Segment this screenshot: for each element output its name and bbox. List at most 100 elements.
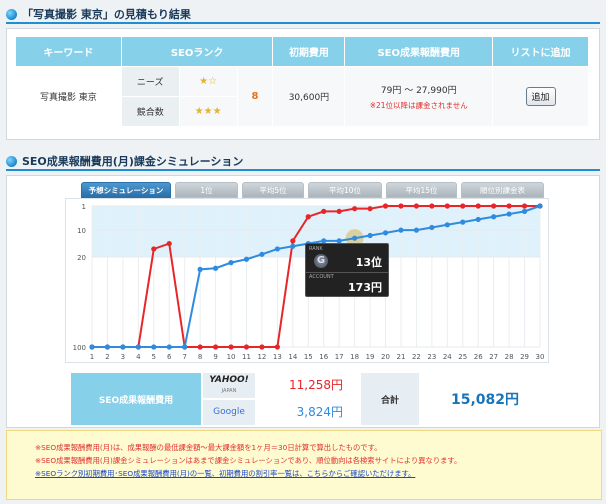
yahoo-amount: 11,258円 <box>257 373 357 398</box>
y-tick-label: 20 <box>77 254 86 262</box>
tab-rank-table[interactable]: 順位別課金表 <box>461 182 544 198</box>
data-point <box>321 208 327 214</box>
data-point <box>367 232 373 239</box>
data-point <box>274 246 280 252</box>
x-tick-label: 4 <box>136 353 141 361</box>
x-tick-label: 20 <box>381 353 390 361</box>
data-point <box>352 235 358 241</box>
data-point <box>506 203 512 209</box>
keyword-cell: 写真撮影 東京 <box>15 66 122 127</box>
yahoo-logo: YAHOO! JAPAN <box>203 373 255 398</box>
x-tick-label: 21 <box>397 353 406 361</box>
data-point <box>228 344 234 350</box>
section-estimate-title: 「写真撮影 東京」の見積もり結果 <box>6 6 191 22</box>
x-tick-label: 12 <box>257 353 266 361</box>
x-tick-label: 1 <box>90 353 94 361</box>
data-point <box>537 203 543 209</box>
total-amount: 15,082円 <box>421 373 549 425</box>
x-tick-label: 29 <box>520 353 529 361</box>
data-point <box>429 203 435 209</box>
data-point <box>444 222 450 228</box>
tab-avg-5[interactable]: 平均5位 <box>242 182 304 198</box>
data-point <box>151 246 157 252</box>
note-2: ※SEO成果報酬費用(月)課金シミュレーションはあまで課金シミュレーションであり… <box>35 456 462 465</box>
note-3-link[interactable]: ※SEOランク別初期費用･SEO成果報酬費用(月)の一覧、初期費用の割引率一覧は… <box>35 467 601 480</box>
data-point <box>135 344 141 350</box>
data-point <box>290 238 296 244</box>
bullet-icon <box>6 8 17 20</box>
data-point <box>413 227 420 233</box>
data-point <box>212 265 219 271</box>
x-tick-label: 13 <box>273 353 282 361</box>
data-point <box>151 344 157 350</box>
col-initial-cost: 初期費用 <box>272 36 346 67</box>
needs-stars-icon: ★☆ <box>199 76 218 87</box>
data-point <box>290 243 296 249</box>
x-tick-label: 25 <box>458 353 467 361</box>
data-point <box>460 219 466 225</box>
data-point <box>259 251 265 257</box>
data-point <box>429 224 435 231</box>
reward-range-cell: 79円 ～ 27,990円 ※21位以降は課金されません <box>344 66 494 127</box>
section-rule <box>6 169 600 171</box>
y-tick-label: 100 <box>73 344 86 352</box>
x-tick-label: 14 <box>288 353 297 361</box>
x-tick-label: 22 <box>412 353 421 361</box>
chart-tooltip: RANK G 13位 ACCOUNT 173円 <box>305 243 389 297</box>
tab-avg-10[interactable]: 平均10位 <box>308 182 382 198</box>
data-point <box>491 214 497 220</box>
y-tick-label: 10 <box>77 227 86 235</box>
x-tick-label: 28 <box>505 353 514 361</box>
data-point <box>491 203 497 209</box>
notes-box: ※SEO成果報酬費用(月)は、成果報酬の最低課金額～最大課金額を1ヶ月＝30日計… <box>6 430 602 500</box>
section-simulation-title: SEO成果報酬費用(月)課金シミュレーション <box>6 153 243 169</box>
x-tick-label: 16 <box>319 353 328 361</box>
x-tick-label: 15 <box>304 353 313 361</box>
data-point <box>444 203 450 209</box>
data-point <box>305 214 311 220</box>
col-seo-rank: SEOランク <box>120 36 274 67</box>
rank-cell: 8 <box>236 66 274 127</box>
y-tick-label: 1 <box>82 203 86 211</box>
estimate-table: キーワード SEOランク 初期費用 SEO成果報酬費用 リストに追加 写真撮影 … <box>15 36 589 127</box>
x-tick-label: 3 <box>121 353 125 361</box>
col-keyword: キーワード <box>15 36 122 67</box>
cost-summary: SEO成果報酬費用 YAHOO! JAPAN 11,258円 Google 3,… <box>71 373 549 425</box>
data-point <box>413 203 420 209</box>
data-point <box>352 206 358 212</box>
x-tick-label: 10 <box>227 353 236 361</box>
x-tick-label: 17 <box>335 353 344 361</box>
competition-stars-icon: ★★★ <box>194 106 222 117</box>
tab-forecast[interactable]: 予想シミュレーション <box>81 182 171 198</box>
data-point <box>367 206 373 212</box>
data-point <box>475 216 481 223</box>
add-to-list-button[interactable]: 追加 <box>525 87 556 106</box>
google-amount: 3,824円 <box>257 400 357 425</box>
needs-rating: ★☆ <box>178 66 238 97</box>
data-point <box>120 344 126 350</box>
competition-rating: ★★★ <box>178 96 238 127</box>
x-tick-label: 9 <box>213 353 217 361</box>
data-point <box>243 344 250 350</box>
data-point <box>197 266 203 272</box>
x-tick-label: 8 <box>198 353 202 361</box>
col-reward-cost: SEO成果報酬費用 <box>344 36 494 67</box>
data-point <box>166 240 172 247</box>
data-point <box>274 344 280 350</box>
section-rule <box>6 22 600 24</box>
data-point <box>197 344 203 350</box>
data-point <box>182 344 188 350</box>
tab-avg-15[interactable]: 平均15位 <box>386 182 457 198</box>
data-point <box>460 203 466 209</box>
reward-note: ※21位以降は課金されません <box>369 100 468 110</box>
x-tick-label: 27 <box>489 353 498 361</box>
initial-cost-cell: 30,600円 <box>272 66 346 127</box>
data-point <box>104 344 111 350</box>
data-point <box>521 203 528 209</box>
x-tick-label: 7 <box>182 353 186 361</box>
data-point <box>475 203 481 209</box>
x-tick-label: 24 <box>443 353 452 361</box>
x-tick-label: 26 <box>474 353 483 361</box>
tab-rank-1[interactable]: 1位 <box>175 182 238 198</box>
x-tick-label: 11 <box>242 353 251 361</box>
